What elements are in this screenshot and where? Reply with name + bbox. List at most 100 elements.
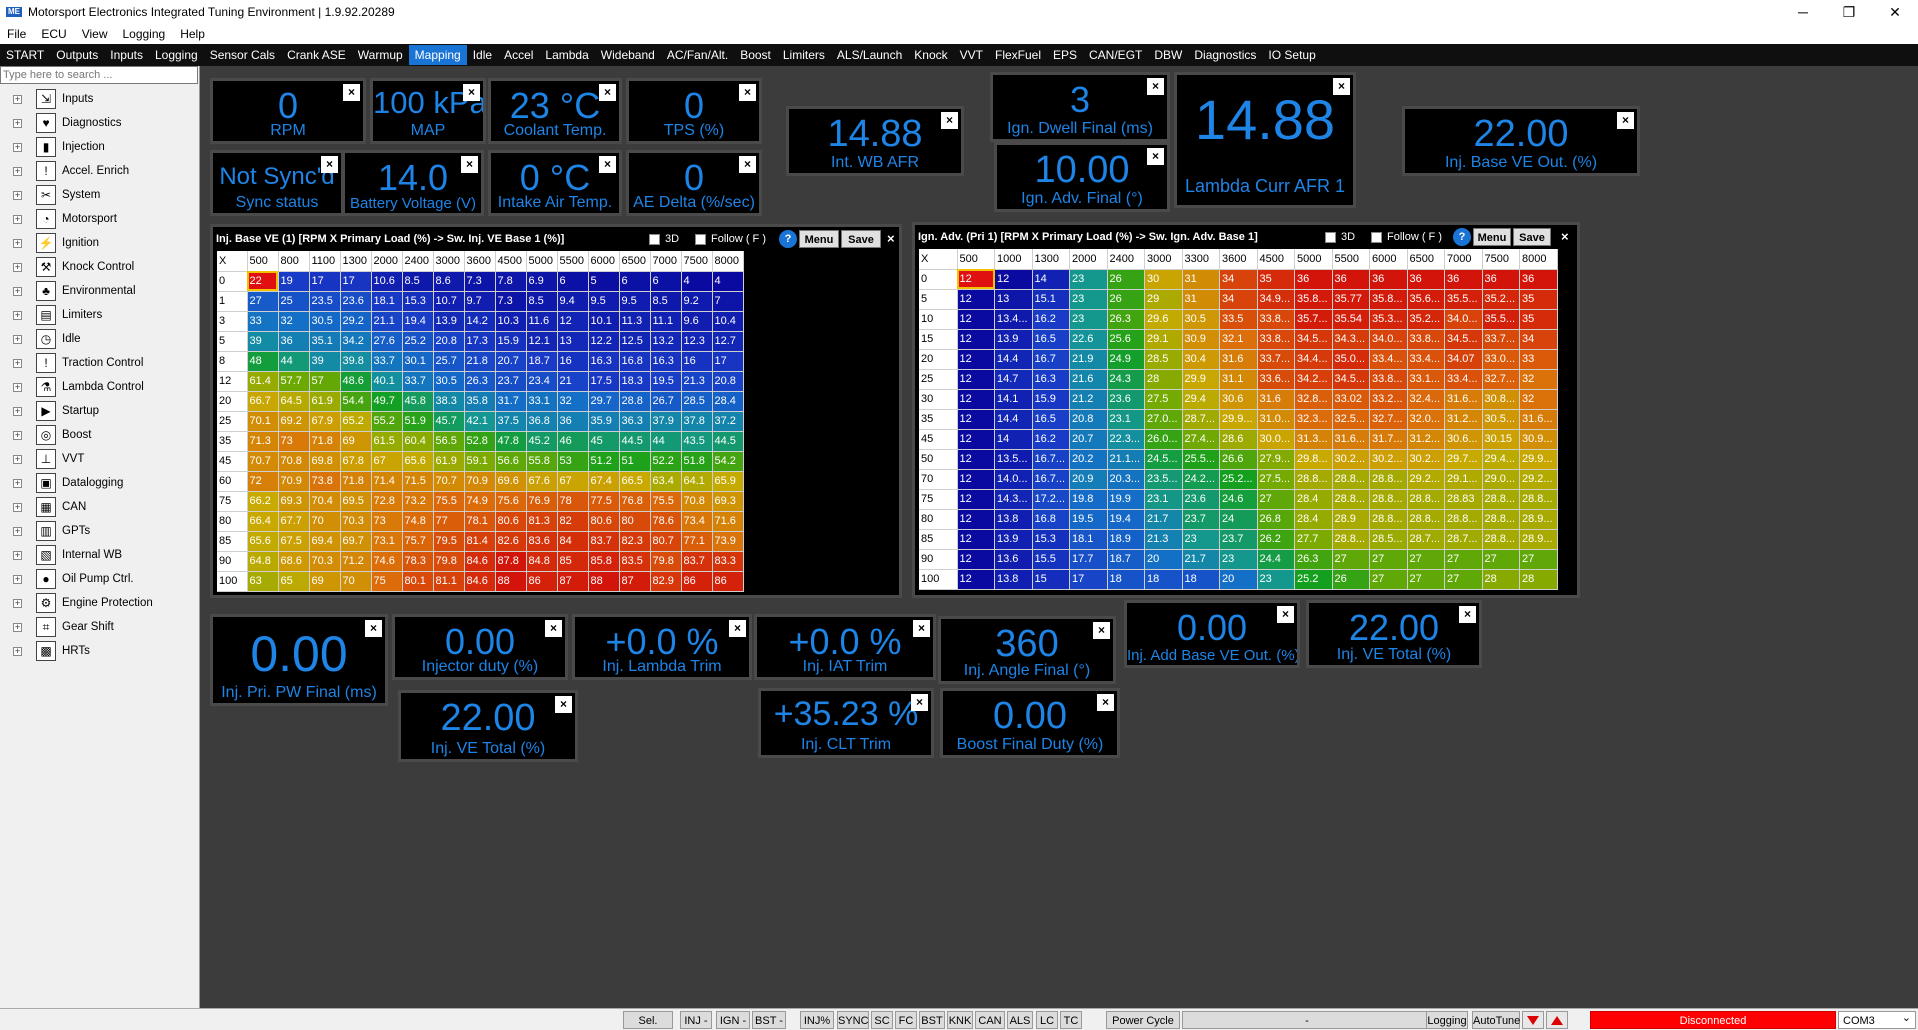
map-cell[interactable]: 52.2	[650, 451, 682, 472]
map-cell[interactable]: 13.9	[433, 311, 465, 332]
map-cell[interactable]: 70	[340, 571, 372, 592]
map-cell[interactable]: 6.9	[526, 271, 558, 292]
map-cell[interactable]: 39	[247, 331, 279, 352]
sidebar-item-boost[interactable]: + ◎ Boost	[0, 423, 199, 447]
rpm-axis-cell[interactable]: 3600	[464, 251, 496, 272]
map-cell[interactable]: 73.2	[402, 491, 434, 512]
load-axis-cell[interactable]: 70	[919, 469, 958, 490]
map-cell[interactable]: 31.7...	[1369, 429, 1408, 450]
load-axis-cell[interactable]: 20	[919, 349, 958, 370]
map-cell[interactable]: 12	[957, 289, 995, 310]
map-cell[interactable]: 4	[681, 271, 713, 292]
map-cell[interactable]: 33.5	[1219, 309, 1258, 330]
map-cell[interactable]: 11.3	[619, 311, 651, 332]
ign-menu-button[interactable]: Menu	[1473, 228, 1511, 246]
map-cell[interactable]: 63.4	[650, 471, 682, 492]
load-axis-cell[interactable]: 45	[217, 451, 248, 472]
map-cell[interactable]: 28.4	[1294, 509, 1333, 530]
map-cell[interactable]: 35.5...	[1444, 289, 1483, 310]
map-cell[interactable]: 44.5	[712, 431, 744, 452]
map-cell[interactable]: 17	[712, 351, 744, 372]
map-cell[interactable]: 12	[957, 369, 995, 390]
map-cell[interactable]: 28	[1144, 369, 1183, 390]
map-cell[interactable]: 23	[1069, 309, 1108, 330]
map-cell[interactable]: 73.8	[309, 471, 341, 492]
close-icon[interactable]: ×	[739, 156, 756, 173]
expand-icon[interactable]: +	[13, 454, 22, 464]
map-cell[interactable]: 45.8	[402, 391, 434, 412]
rpm-axis-cell[interactable]: 2400	[1107, 249, 1145, 270]
map-cell[interactable]: 33.2...	[1369, 389, 1408, 410]
close-icon[interactable]: ×	[545, 620, 562, 637]
map-cell[interactable]: 45	[588, 431, 620, 452]
map-cell[interactable]: 29.9...	[1219, 409, 1258, 430]
map-cell[interactable]: 74.9	[464, 491, 496, 512]
map-cell[interactable]: 31.2...	[1407, 429, 1445, 450]
map-cell[interactable]: 35.8...	[1294, 289, 1333, 310]
map-cell[interactable]: 84.8	[526, 551, 558, 572]
map-cell[interactable]: 23.6	[1107, 389, 1145, 410]
sidebar-item-oil-pump-ctrl-[interactable]: + ● Oil Pump Ctrl.	[0, 567, 199, 591]
map-cell[interactable]: 34.9...	[1257, 289, 1295, 310]
map-cell[interactable]: 80.1	[402, 571, 434, 592]
map-cell[interactable]: 21.6	[1069, 369, 1108, 390]
map-cell[interactable]: 86	[526, 571, 558, 592]
load-axis-cell[interactable]: 30	[919, 389, 958, 410]
load-axis-cell[interactable]: 3	[217, 311, 248, 332]
map-cell[interactable]: 28.8...	[1369, 489, 1408, 510]
map-cell[interactable]: 18.1	[371, 291, 403, 312]
rpm-axis-cell[interactable]: 500	[247, 251, 279, 272]
map-cell[interactable]: 18.1	[1069, 529, 1108, 550]
map-cell[interactable]: 30.15	[1482, 429, 1520, 450]
map-cell[interactable]: 12	[957, 329, 995, 350]
load-axis-cell[interactable]: 50	[919, 449, 958, 470]
map-cell[interactable]: 70	[309, 511, 341, 532]
map-cell[interactable]: 16.3	[1032, 369, 1070, 390]
map-cell[interactable]: 23.1	[1144, 489, 1183, 510]
map-cell[interactable]: 71.4	[371, 471, 403, 492]
map-cell[interactable]: 67.5	[278, 531, 310, 552]
map-cell[interactable]: 6	[557, 271, 589, 292]
map-cell[interactable]: 28.4	[712, 391, 744, 412]
map-cell[interactable]: 43.5	[681, 431, 713, 452]
map-cell[interactable]: 61.9	[433, 451, 465, 472]
map-cell[interactable]: 27	[1369, 549, 1408, 570]
map-cell[interactable]: 15.3	[1032, 529, 1070, 550]
minimize-button[interactable]: ─	[1780, 0, 1826, 24]
map-cell[interactable]: 87	[619, 571, 651, 592]
close-icon[interactable]: ×	[739, 84, 756, 101]
map-cell[interactable]: 30.5	[1182, 309, 1220, 330]
map-cell[interactable]: 12	[994, 269, 1033, 290]
map-cell[interactable]: 80.6	[495, 511, 527, 532]
map-cell[interactable]: 29.4	[1182, 389, 1220, 410]
map-cell[interactable]: 28.8...	[1482, 489, 1520, 510]
map-cell[interactable]: 33.0...	[1482, 349, 1520, 370]
map-cell[interactable]: 33.1...	[1407, 369, 1445, 390]
map-cell[interactable]: 37.5	[495, 411, 527, 432]
sidebar-item-ignition[interactable]: + ⚡ Ignition	[0, 231, 199, 255]
menu-help[interactable]: Help	[173, 27, 213, 41]
map-cell[interactable]: 49.7	[371, 391, 403, 412]
map-cell[interactable]: 23.4	[526, 371, 558, 392]
close-icon[interactable]: ×	[1333, 78, 1350, 95]
sidebar-item-knock-control[interactable]: + ⚒ Knock Control	[0, 255, 199, 279]
map-cell[interactable]: 24.4	[1257, 549, 1295, 570]
map-cell[interactable]: 30.9	[1182, 329, 1220, 350]
map-cell[interactable]: 30.4	[1182, 349, 1220, 370]
map-cell[interactable]: 33.1	[526, 391, 558, 412]
map-cell[interactable]: 65.6	[247, 531, 279, 552]
map-cell[interactable]: 86	[681, 571, 713, 592]
map-cell[interactable]: 83.6	[526, 531, 558, 552]
map-cell[interactable]: 9.2	[681, 291, 713, 312]
map-cell[interactable]: 28.8...	[1482, 509, 1520, 530]
map-cell[interactable]: 64.5	[278, 391, 310, 412]
map-cell[interactable]: 79.8	[433, 551, 465, 572]
load-axis-cell[interactable]: 75	[919, 489, 958, 510]
map-cell[interactable]: 64.1	[681, 471, 713, 492]
rpm-axis-cell[interactable]: 4500	[1257, 249, 1295, 270]
map-cell[interactable]: 12	[557, 311, 589, 332]
map-cell[interactable]: 73.4	[681, 511, 713, 532]
map-cell[interactable]: 11.1	[650, 311, 682, 332]
map-cell[interactable]: 4	[712, 271, 744, 292]
map-cell[interactable]: 48.6	[340, 371, 372, 392]
